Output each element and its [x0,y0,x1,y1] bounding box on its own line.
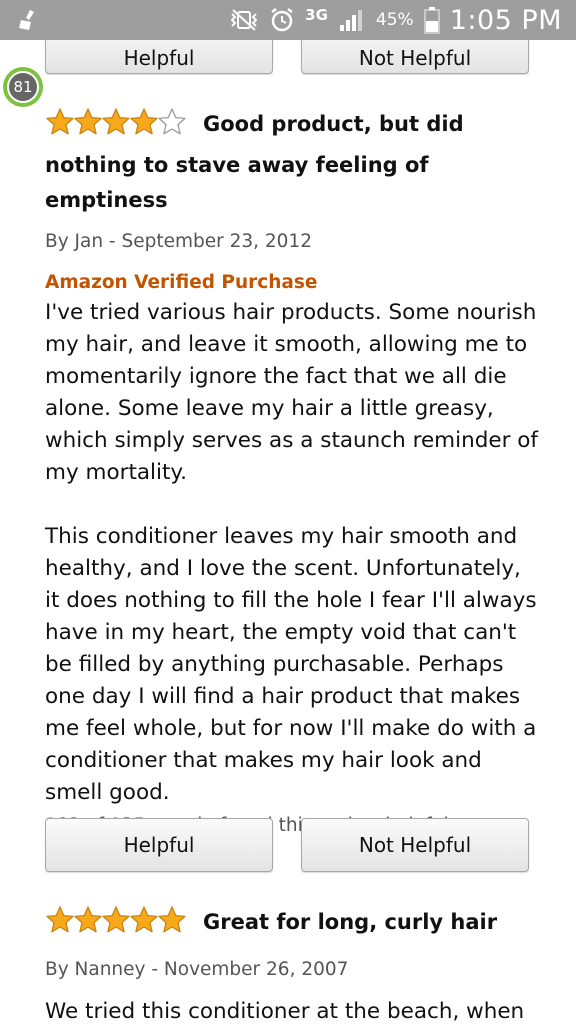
badge-count: 81 [7,71,39,103]
battery-icon [423,7,440,34]
status-bar: 3G 45% 1:05 PM [0,0,576,40]
verified-purchase-label: Amazon Verified Purchase [45,272,318,293]
helpful-button-label: Helpful [123,833,195,857]
star-rating [45,107,186,148]
star-filled-icon [158,906,186,933]
broom-icon [19,10,34,30]
review-2: Great for long, curly hair By Nanney - N… [45,905,540,1028]
star-filled-icon [130,108,158,135]
signal-icon [339,10,362,31]
review-paragraph: I've tried various hair products. Some n… [45,300,538,485]
star-filled-icon [102,108,130,135]
clock: 1:05 PM [449,4,562,36]
star-filled-icon [46,906,74,933]
mute-vibrate-icon [230,9,258,31]
review-1: Good product, but did nothing to stave a… [45,107,540,839]
battery-percent: 45% [375,10,414,30]
review-byline: By Nanney - November 26, 2007 [45,959,349,980]
star-empty-icon [158,108,186,135]
star-filled-icon [102,906,130,933]
star-filled-icon [74,906,102,933]
review-title: Great for long, curly hair [203,910,498,934]
star-filled-icon [74,108,102,135]
review-title-line: Great for long, curly hair [45,905,540,946]
not-helpful-button-label: Not Helpful [358,833,472,857]
review-body: I've tried various hair products. Some n… [45,297,540,809]
helpful-button-label: Helpful [123,46,195,70]
alarm-icon [271,8,293,32]
helpful-button[interactable]: Helpful [45,818,273,872]
floating-counter-badge[interactable]: 81 [3,67,43,107]
star-rating [45,905,186,946]
not-helpful-button[interactable]: Not Helpful [301,818,529,872]
star-filled-icon [46,108,74,135]
not-helpful-button-label: Not Helpful [358,46,472,70]
review-paragraph: This conditioner leaves my hair smooth a… [45,524,537,805]
review-body-preview: We tried this conditioner at the beach, … [45,999,525,1024]
star-filled-icon [130,906,158,933]
review-title-line: Good product, but did nothing to stave a… [45,107,540,218]
review-byline: By Jan - September 23, 2012 [45,231,312,252]
network-type: 3G [305,6,328,24]
